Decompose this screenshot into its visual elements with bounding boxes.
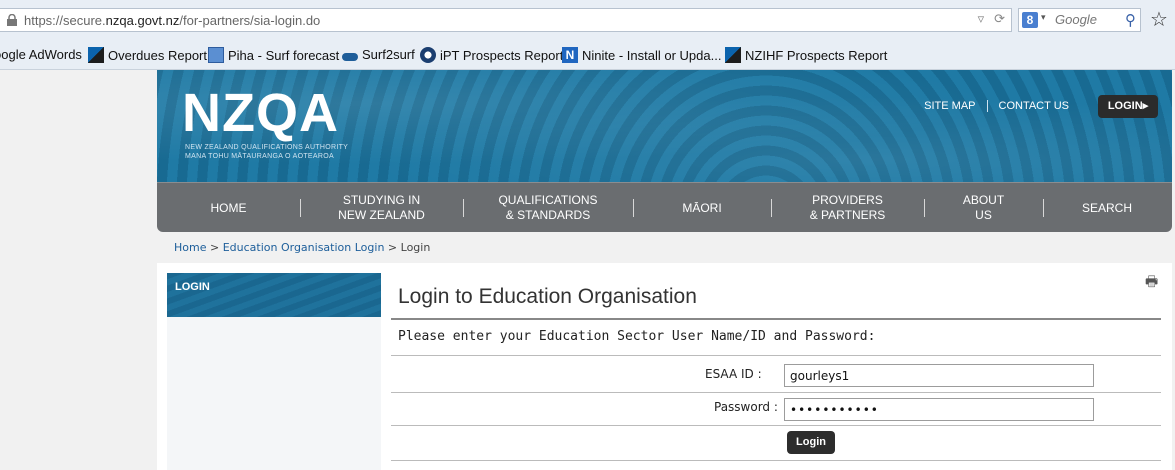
- dropdown-arrow-icon[interactable]: ▿: [978, 12, 985, 27]
- nav-providers[interactable]: PROVIDERS & PARTNERS: [771, 183, 924, 233]
- url-text: https://secure.nzqa.govt.nz/for-partners…: [24, 13, 321, 28]
- esaa-id-label: ESAA ID :: [705, 367, 762, 381]
- ipt-icon: [420, 47, 436, 63]
- sidebar: [167, 317, 381, 470]
- sidebar-heading: LOGIN: [167, 273, 381, 317]
- content-area: LOGIN 🖶 Login to Education Organisation …: [157, 263, 1172, 470]
- nav-home[interactable]: HOME: [157, 183, 300, 233]
- search-icon[interactable]: ⚲: [1125, 11, 1136, 29]
- bookmark-star-icon[interactable]: ☆: [1150, 7, 1168, 31]
- search-input[interactable]: Google: [1055, 12, 1097, 27]
- password-label: Password :: [714, 400, 778, 414]
- password-input[interactable]: [784, 398, 1094, 421]
- main-nav: HOME STUDYING IN NEW ZEALAND QUALIFICATI…: [157, 182, 1172, 232]
- ninite-icon: N: [562, 47, 578, 63]
- browser-toolbar: https://secure.nzqa.govt.nz/for-partners…: [0, 0, 1175, 40]
- breadcrumb-org-login[interactable]: Education Organisation Login: [223, 241, 385, 254]
- divider: [391, 392, 1161, 393]
- esaa-id-input[interactable]: [784, 364, 1094, 387]
- nav-search[interactable]: SEARCH: [1043, 183, 1171, 233]
- breadcrumb: Home > Education Organisation Login > Lo…: [174, 241, 431, 254]
- divider: [391, 318, 1161, 320]
- login-submit-button[interactable]: Login: [787, 431, 835, 454]
- picture-icon: [208, 47, 224, 63]
- wave-icon: [342, 52, 358, 61]
- header-login-button[interactable]: LOGIN▸: [1098, 95, 1158, 118]
- bookmark-item[interactable]: Overdues Report: [88, 47, 207, 63]
- reload-icon[interactable]: ⟳: [994, 12, 1005, 27]
- bookmark-item[interactable]: N Ninite - Install or Upda...: [562, 47, 721, 63]
- nz-icon: [88, 47, 104, 63]
- print-icon[interactable]: 🖶: [1145, 271, 1158, 295]
- bookmark-item[interactable]: Piha - Surf forecast: [208, 47, 339, 63]
- logo-subtitle: NEW ZEALAND QUALIFICATIONS AUTHORITY MAN…: [185, 144, 349, 160]
- lock-icon: [7, 14, 17, 26]
- breadcrumb-home[interactable]: Home: [174, 241, 206, 254]
- contact-us-link[interactable]: CONTACT US: [986, 100, 1081, 112]
- header-links: SITE MAP CONTACT US: [913, 100, 1080, 112]
- instructions-text: Please enter your Education Sector User …: [398, 329, 876, 344]
- bookmark-item[interactable]: Surf2surf: [342, 47, 415, 62]
- nav-qualifications[interactable]: QUALIFICATIONS & STANDARDS: [463, 183, 633, 233]
- google-icon[interactable]: 8: [1022, 12, 1038, 28]
- page: NZQA NEW ZEALAND QUALIFICATIONS AUTHORIT…: [157, 70, 1172, 470]
- chevron-down-icon[interactable]: ▾: [1041, 13, 1046, 23]
- nz-icon: [725, 47, 741, 63]
- bookmarks-bar: oogle AdWords Overdues Report Piha - Sur…: [0, 40, 1175, 70]
- breadcrumb-current: Login: [400, 241, 431, 254]
- nav-maori[interactable]: MĀORI: [633, 183, 771, 233]
- site-header: NZQA NEW ZEALAND QUALIFICATIONS AUTHORIT…: [157, 70, 1172, 182]
- bookmark-item[interactable]: oogle AdWords: [0, 47, 82, 62]
- nav-studying[interactable]: STUDYING IN NEW ZEALAND: [300, 183, 463, 233]
- address-bar[interactable]: https://secure.nzqa.govt.nz/for-partners…: [0, 8, 1012, 32]
- page-title: Login to Education Organisation: [398, 285, 697, 308]
- bookmark-item[interactable]: iPT Prospects Report: [420, 47, 563, 63]
- search-box[interactable]: 8 ▾ Google ⚲: [1018, 8, 1141, 32]
- divider: [391, 425, 1161, 426]
- nav-about[interactable]: ABOUT US: [924, 183, 1043, 233]
- nzqa-logo[interactable]: NZQA: [182, 82, 339, 144]
- divider: [391, 460, 1161, 461]
- bookmark-item[interactable]: NZIHF Prospects Report: [725, 47, 887, 63]
- site-map-link[interactable]: SITE MAP: [913, 100, 986, 112]
- divider: [391, 355, 1161, 356]
